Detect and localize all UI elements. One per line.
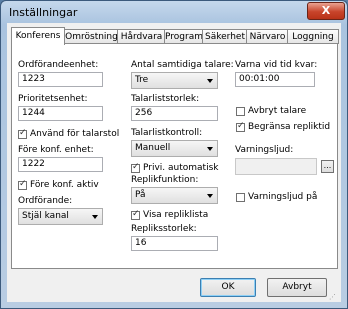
chevron-down-icon (207, 79, 213, 83)
speaker-list-control-value: Manuell (135, 143, 171, 153)
pre-conf-active-label: Före konf. aktiv (30, 180, 99, 190)
konferens-panel: Ordförandeenhet: 1223 Prioritetsenhet: 1… (11, 43, 338, 269)
tab-sakerhet[interactable]: Säkerhet (202, 29, 248, 44)
reply-function-value: På (135, 190, 146, 200)
use-for-speaker-label: Använd för talarstol (30, 129, 120, 139)
reply-function-label: Replikfunktion: (131, 175, 199, 185)
pre-conf-unit-input[interactable]: 1222 (18, 157, 103, 172)
interrupt-speaker-label: Avbryt talare (248, 106, 307, 116)
warning-sound-input[interactable] (235, 158, 317, 175)
tab-konferens[interactable]: Konferens (11, 27, 65, 45)
dialog-client: Konferens Omröstning Hårdvara Program Sä… (7, 23, 341, 302)
simultaneous-speakers-select[interactable]: Tre (131, 72, 218, 89)
show-reply-list-checkbox[interactable] (131, 209, 140, 220)
window-title: Inställningar (9, 6, 78, 19)
pre-conf-active-checkbox[interactable] (18, 179, 27, 190)
speaker-list-size-label: Talarliststorlek: (131, 94, 200, 104)
speaker-list-control-select[interactable]: Manuell (131, 140, 218, 157)
tab-program[interactable]: Program (164, 29, 204, 44)
ok-button[interactable]: OK (200, 278, 256, 297)
cancel-button[interactable]: Avbryt (267, 278, 327, 297)
warning-sound-label: Varningsljud: (235, 145, 294, 155)
tab-hardvara[interactable]: Hårdvara (117, 29, 166, 44)
chevron-down-icon (92, 215, 98, 219)
chevron-down-icon (207, 147, 213, 151)
pre-conf-unit-label: Före konf. enhet: (18, 145, 94, 155)
tab-loggning[interactable]: Loggning (287, 29, 339, 44)
speaker-list-size-input[interactable]: 256 (131, 106, 218, 121)
reply-function-select[interactable]: På (131, 187, 218, 204)
browse-button[interactable]: ... (321, 160, 334, 173)
priv-auto-label: Privi. automatisk (143, 163, 219, 173)
simultaneous-speakers-value: Tre (135, 75, 149, 85)
chairman-select[interactable]: Stjäl kanal (18, 208, 103, 225)
tab-narvaro[interactable]: Närvaro (246, 29, 289, 44)
priority-unit-input[interactable]: 1244 (18, 106, 103, 121)
limit-reply-time-checkbox[interactable] (236, 121, 245, 132)
warning-sound-on-label: Varningsljud på (248, 192, 318, 202)
warning-sound-on-checkbox[interactable] (236, 193, 245, 202)
chair-unit-input[interactable]: 1223 (18, 72, 103, 87)
speaker-list-control-label: Talarlistkontroll: (131, 128, 203, 138)
chairman-value: Stjäl kanal (22, 211, 69, 221)
chevron-down-icon (207, 194, 213, 198)
tab-omrostning[interactable]: Omröstning (64, 29, 119, 44)
chair-unit-label: Ordförandeenhet: (18, 60, 99, 70)
show-reply-list-label: Visa repliklista (143, 210, 209, 220)
resize-grip-icon[interactable]: ⋰ (329, 293, 336, 301)
priority-unit-label: Prioritetsenhet: (18, 94, 88, 104)
chairman-label: Ordförande: (18, 196, 73, 206)
use-for-speaker-checkbox[interactable] (18, 128, 27, 139)
warn-time-input[interactable]: 00:01:00 (235, 72, 315, 87)
simultaneous-speakers-label: Antal samtidiga talare: (131, 60, 234, 70)
settings-window: Inställningar X Konferens Omröstning Hår… (0, 0, 348, 309)
reply-list-size-input[interactable]: 16 (131, 236, 218, 251)
interrupt-speaker-checkbox[interactable] (236, 107, 245, 116)
close-button[interactable]: X (307, 2, 345, 20)
limit-reply-time-label: Begränsa repliktid (248, 122, 331, 132)
reply-list-size-label: Repliksstorlek: (131, 224, 197, 234)
priv-auto-checkbox[interactable] (131, 162, 140, 173)
warn-time-label: Varna vid tid kvar: (235, 60, 318, 70)
